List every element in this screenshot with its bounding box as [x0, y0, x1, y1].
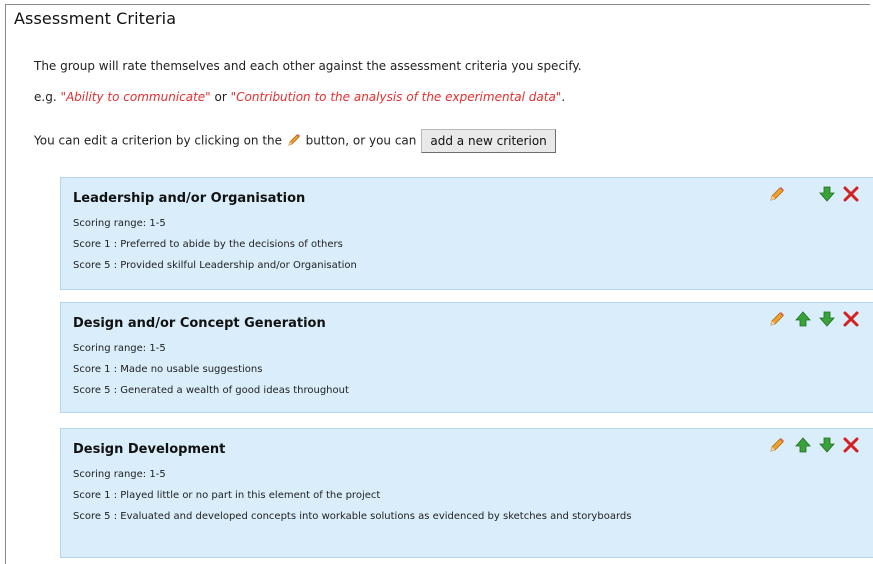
example-line: e.g. "Ability to communicate" or "Contri… — [34, 90, 565, 104]
criterion-actions — [768, 310, 864, 328]
intro-text: The group will rate themselves and each … — [34, 59, 582, 73]
example-1: "Ability to communicate" — [60, 90, 211, 104]
pencil-icon — [287, 133, 301, 150]
criterion-score-5: Score 5 : Evaluated and developed concep… — [73, 511, 632, 522]
criterion-card: Design and/or Concept Generation Scoring… — [60, 302, 873, 413]
add-criterion-button[interactable]: add a new criterion — [421, 129, 556, 153]
criterion-score-5: Score 5 : Provided skilful Leadership an… — [73, 260, 357, 271]
pencil-icon[interactable] — [768, 310, 786, 328]
page-title: Assessment Criteria — [14, 9, 177, 28]
pencil-icon[interactable] — [768, 436, 786, 454]
arrow-down-icon[interactable] — [818, 185, 836, 203]
criterion-range: Scoring range: 1-5 — [73, 469, 166, 480]
criterion-card: Design Development Scoring range: 1-5 Sc… — [60, 428, 873, 558]
criterion-range: Scoring range: 1-5 — [73, 343, 166, 354]
criterion-card: Leadership and/or Organisation Scoring r… — [60, 177, 873, 290]
criterion-score-1: Score 1 : Preferred to abide by the deci… — [73, 239, 343, 250]
delete-x-icon[interactable] — [842, 310, 860, 328]
criterion-title: Leadership and/or Organisation — [73, 191, 306, 206]
criterion-title: Design Development — [73, 442, 226, 457]
edit-text-before: You can edit a criterion by clicking on … — [34, 133, 286, 148]
arrow-down-icon[interactable] — [818, 436, 836, 454]
criterion-title: Design and/or Concept Generation — [73, 316, 326, 331]
criterion-score-1: Score 1 : Played little or no part in th… — [73, 490, 381, 501]
pencil-icon[interactable] — [768, 185, 786, 203]
example-suffix: . — [561, 90, 566, 104]
criterion-actions — [768, 436, 864, 454]
example-or: or — [210, 90, 231, 104]
delete-x-icon[interactable] — [842, 185, 860, 203]
arrow-up-icon[interactable] — [794, 310, 812, 328]
criterion-score-1: Score 1 : Made no usable suggestions — [73, 364, 263, 375]
edit-instructions: You can edit a criterion by clicking on … — [34, 129, 556, 153]
example-2: "Contribution to the analysis of the exp… — [230, 90, 562, 104]
criterion-actions — [768, 185, 864, 203]
delete-x-icon[interactable] — [842, 436, 860, 454]
edit-text-after: button, or you can — [301, 133, 417, 148]
arrow-up-icon[interactable] — [794, 436, 812, 454]
criterion-range: Scoring range: 1-5 — [73, 218, 166, 229]
example-prefix: e.g. — [34, 90, 61, 104]
criterion-score-5: Score 5 : Generated a wealth of good ide… — [73, 385, 349, 396]
arrow-down-icon[interactable] — [818, 310, 836, 328]
